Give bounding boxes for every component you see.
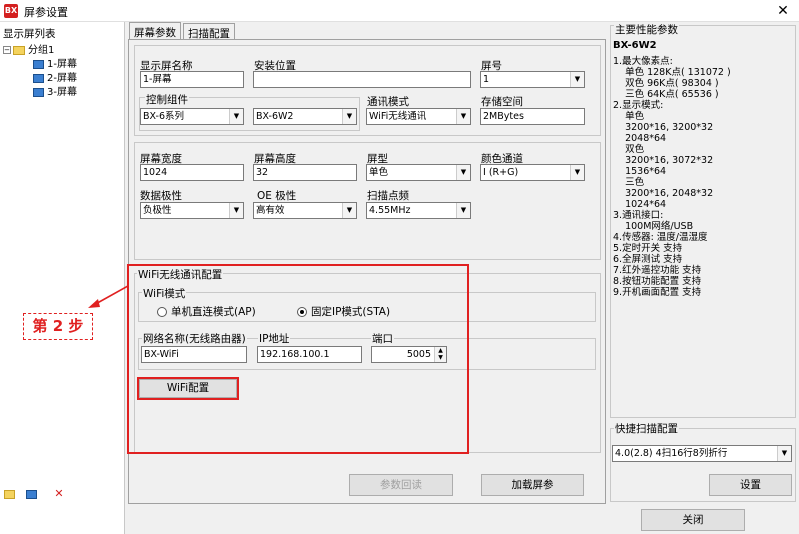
performance-details: 1.最大像素点: 单色 128K点( 131072 ) 双色 96K点( 983…	[613, 56, 731, 298]
data-polarity-select[interactable]: 负极性 ▼	[140, 202, 244, 219]
add-group-icon[interactable]	[2, 487, 16, 500]
tree-item-screen-3[interactable]: 3-屏幕	[33, 86, 77, 100]
scan-frequency-label: 扫描点频	[367, 190, 409, 202]
chevron-down-icon[interactable]: ▼	[777, 446, 791, 461]
tree-item-screen-2[interactable]: 2-屏幕	[33, 72, 77, 86]
screen-number-select[interactable]: 1 ▼	[480, 71, 585, 88]
monitor-icon	[33, 73, 44, 83]
quick-scan-value: 4.0(2.8) 4扫16行8列折行	[615, 448, 728, 459]
storage-label: 存储空间	[481, 96, 523, 108]
close-icon[interactable]: ✕	[772, 1, 794, 21]
screen-type-value: 单色	[369, 167, 389, 178]
chevron-down-icon[interactable]: ▼	[570, 72, 584, 87]
readback-button[interactable]: 参数回读	[349, 474, 453, 496]
chevron-down-icon[interactable]: ▼	[342, 203, 356, 218]
step-annotation: 第 2 步	[23, 313, 93, 340]
tree-item-label: 3-屏幕	[47, 87, 77, 98]
chevron-down-icon[interactable]: ▼	[456, 165, 470, 180]
chevron-down-icon[interactable]: ▼	[229, 203, 243, 218]
chevron-down-icon[interactable]: ▼	[570, 165, 584, 180]
comm-mode-select[interactable]: WiFi无线通讯 ▼	[366, 108, 471, 125]
annotation-arrow-icon	[88, 285, 129, 308]
oe-polarity-value: 高有效	[256, 205, 285, 216]
delete-icon[interactable]: ✕	[52, 487, 66, 500]
collapse-icon[interactable]: −	[3, 46, 11, 54]
folder-icon	[13, 45, 25, 55]
comm-mode-value: WiFi无线通讯	[369, 111, 427, 122]
screen-width-field[interactable]: 1024	[140, 164, 244, 181]
data-polarity-value: 负极性	[143, 205, 172, 216]
color-channel-value: I (R+G)	[483, 167, 519, 178]
chevron-down-icon[interactable]: ▼	[342, 109, 356, 124]
settings-button[interactable]: 设置	[709, 474, 792, 496]
screen-list-header: 显示屏列表	[3, 28, 56, 40]
title-bar	[0, 0, 799, 22]
highlight-button-box	[137, 377, 239, 400]
control-component-label: 控制组件	[145, 92, 189, 107]
screen-name-field[interactable]: 1-屏幕	[140, 71, 244, 88]
data-polarity-label: 数据极性	[140, 190, 182, 202]
comm-mode-label: 通讯模式	[367, 96, 409, 108]
tree-group[interactable]: − 分组1	[3, 44, 54, 58]
controller-series-select[interactable]: BX-6系列 ▼	[140, 108, 244, 125]
highlight-box	[127, 264, 469, 454]
storage-field: 2MBytes	[480, 108, 585, 125]
scan-frequency-value: 4.55MHz	[369, 205, 411, 216]
screen-number-value: 1	[483, 74, 490, 85]
quick-scan-label: 快捷扫描配置	[614, 421, 679, 436]
screen-type-select[interactable]: 单色 ▼	[366, 164, 471, 181]
close-button[interactable]: 关闭	[641, 509, 745, 531]
tree-item-screen-1[interactable]: 1-屏幕	[33, 58, 77, 72]
chevron-down-icon[interactable]: ▼	[456, 203, 470, 218]
monitor-icon	[33, 87, 44, 97]
load-params-button[interactable]: 加载屏参	[481, 474, 584, 496]
controller-model-select[interactable]: BX-6W2 ▼	[253, 108, 357, 125]
app-logo-icon: BX	[4, 4, 18, 18]
quick-scan-select[interactable]: 4.0(2.8) 4扫16行8列折行 ▼	[612, 445, 792, 462]
scan-frequency-select[interactable]: 4.55MHz ▼	[366, 202, 471, 219]
add-screen-icon[interactable]	[24, 487, 38, 500]
color-channel-select[interactable]: I (R+G) ▼	[480, 164, 585, 181]
tree-item-label: 2-屏幕	[47, 73, 77, 84]
monitor-icon	[33, 59, 44, 69]
performance-title: 主要性能参数	[614, 22, 679, 37]
group-label: 分组1	[28, 45, 55, 56]
install-location-field[interactable]	[253, 71, 471, 88]
tree-item-label: 1-屏幕	[47, 59, 77, 70]
screen-height-field[interactable]: 32	[253, 164, 357, 181]
performance-model: BX-6W2	[613, 40, 657, 51]
controller-series-value: BX-6系列	[143, 111, 185, 122]
controller-model-value: BX-6W2	[256, 111, 294, 122]
oe-polarity-select[interactable]: 高有效 ▼	[253, 202, 357, 219]
oe-polarity-label: OE 极性	[257, 190, 297, 202]
chevron-down-icon[interactable]: ▼	[229, 109, 243, 124]
chevron-down-icon[interactable]: ▼	[456, 109, 470, 124]
window-title: 屏参设置	[24, 6, 68, 19]
tree-toolbar: ✕	[0, 483, 125, 505]
